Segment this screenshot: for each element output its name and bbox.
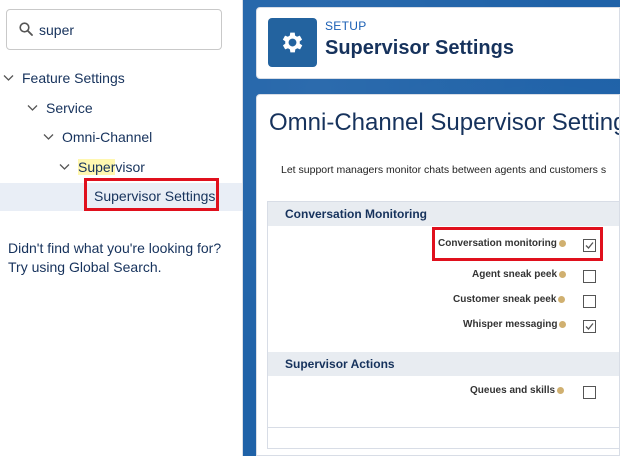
checkbox-customer-sneak-peek[interactable]: [583, 295, 596, 308]
field-label-text: Queues and skills: [470, 385, 556, 396]
checkmark-icon: [585, 323, 594, 330]
field-label-agent-sneak-peek: Agent sneak peek: [472, 269, 567, 280]
section-title: Conversation Monitoring: [285, 207, 427, 221]
section-header-conversation-monitoring: Conversation Monitoring: [268, 202, 619, 226]
chevron-down-icon[interactable]: [43, 133, 54, 141]
annotation-highlight-box: [84, 178, 219, 211]
checkbox-queues-and-skills[interactable]: [583, 386, 596, 399]
chevron-down-icon[interactable]: [59, 163, 70, 171]
tree-item-label: Feature Settings: [22, 70, 125, 86]
breadcrumb-setup[interactable]: SETUP: [325, 19, 367, 33]
gear-icon: [282, 32, 303, 53]
tree-item-label: Omni-Channel: [62, 129, 153, 145]
section-header-supervisor-actions: Supervisor Actions: [268, 352, 619, 376]
tree-item-label: Service: [46, 100, 93, 116]
search-match-highlight: Super: [78, 159, 116, 175]
settings-description: Let support managers monitor chats betwe…: [281, 164, 607, 176]
quick-find-input[interactable]: [39, 20, 209, 40]
info-icon[interactable]: [557, 386, 565, 394]
page-header: SETUP Supervisor Settings: [256, 7, 620, 79]
section-divider: [268, 427, 619, 428]
info-icon[interactable]: [559, 270, 567, 278]
help-line: Didn't find what you're looking for?: [8, 240, 222, 256]
settings-form: Conversation Monitoring Conversation mon…: [267, 201, 619, 449]
field-label-customer-sneak-peek: Customer sneak peek: [453, 294, 566, 305]
annotation-highlight-box: [432, 227, 603, 261]
setup-sidebar: Feature Settings Service Omni-Channel Su…: [0, 0, 243, 456]
field-label-whisper-messaging: Whisper messaging: [463, 319, 567, 330]
field-label-text: Whisper messaging: [463, 319, 558, 330]
help-line: Try using Global Search.: [8, 259, 162, 275]
settings-panel: Omni-Channel Supervisor Settings Let sup…: [256, 94, 620, 456]
chevron-down-icon[interactable]: [27, 104, 38, 112]
field-label-queues-and-skills: Queues and skills: [470, 385, 565, 396]
section-title: Supervisor Actions: [285, 357, 395, 371]
setup-icon-tile: [268, 18, 317, 67]
field-label-text: Customer sneak peek: [453, 294, 557, 305]
page-title: Supervisor Settings: [325, 37, 514, 59]
settings-title: Omni-Channel Supervisor Settings: [269, 109, 620, 136]
checkbox-whisper-messaging[interactable]: [583, 320, 596, 333]
search-icon: [19, 22, 33, 41]
no-results-help: Didn't find what you're looking for? Try…: [8, 239, 221, 277]
checkbox-agent-sneak-peek[interactable]: [583, 270, 596, 283]
info-icon[interactable]: [558, 295, 566, 303]
quick-find-box[interactable]: [6, 9, 222, 50]
field-label-text: Agent sneak peek: [472, 269, 558, 280]
chevron-down-icon[interactable]: [3, 74, 14, 82]
info-icon[interactable]: [559, 320, 567, 328]
tree-item-label: visor: [115, 159, 145, 175]
